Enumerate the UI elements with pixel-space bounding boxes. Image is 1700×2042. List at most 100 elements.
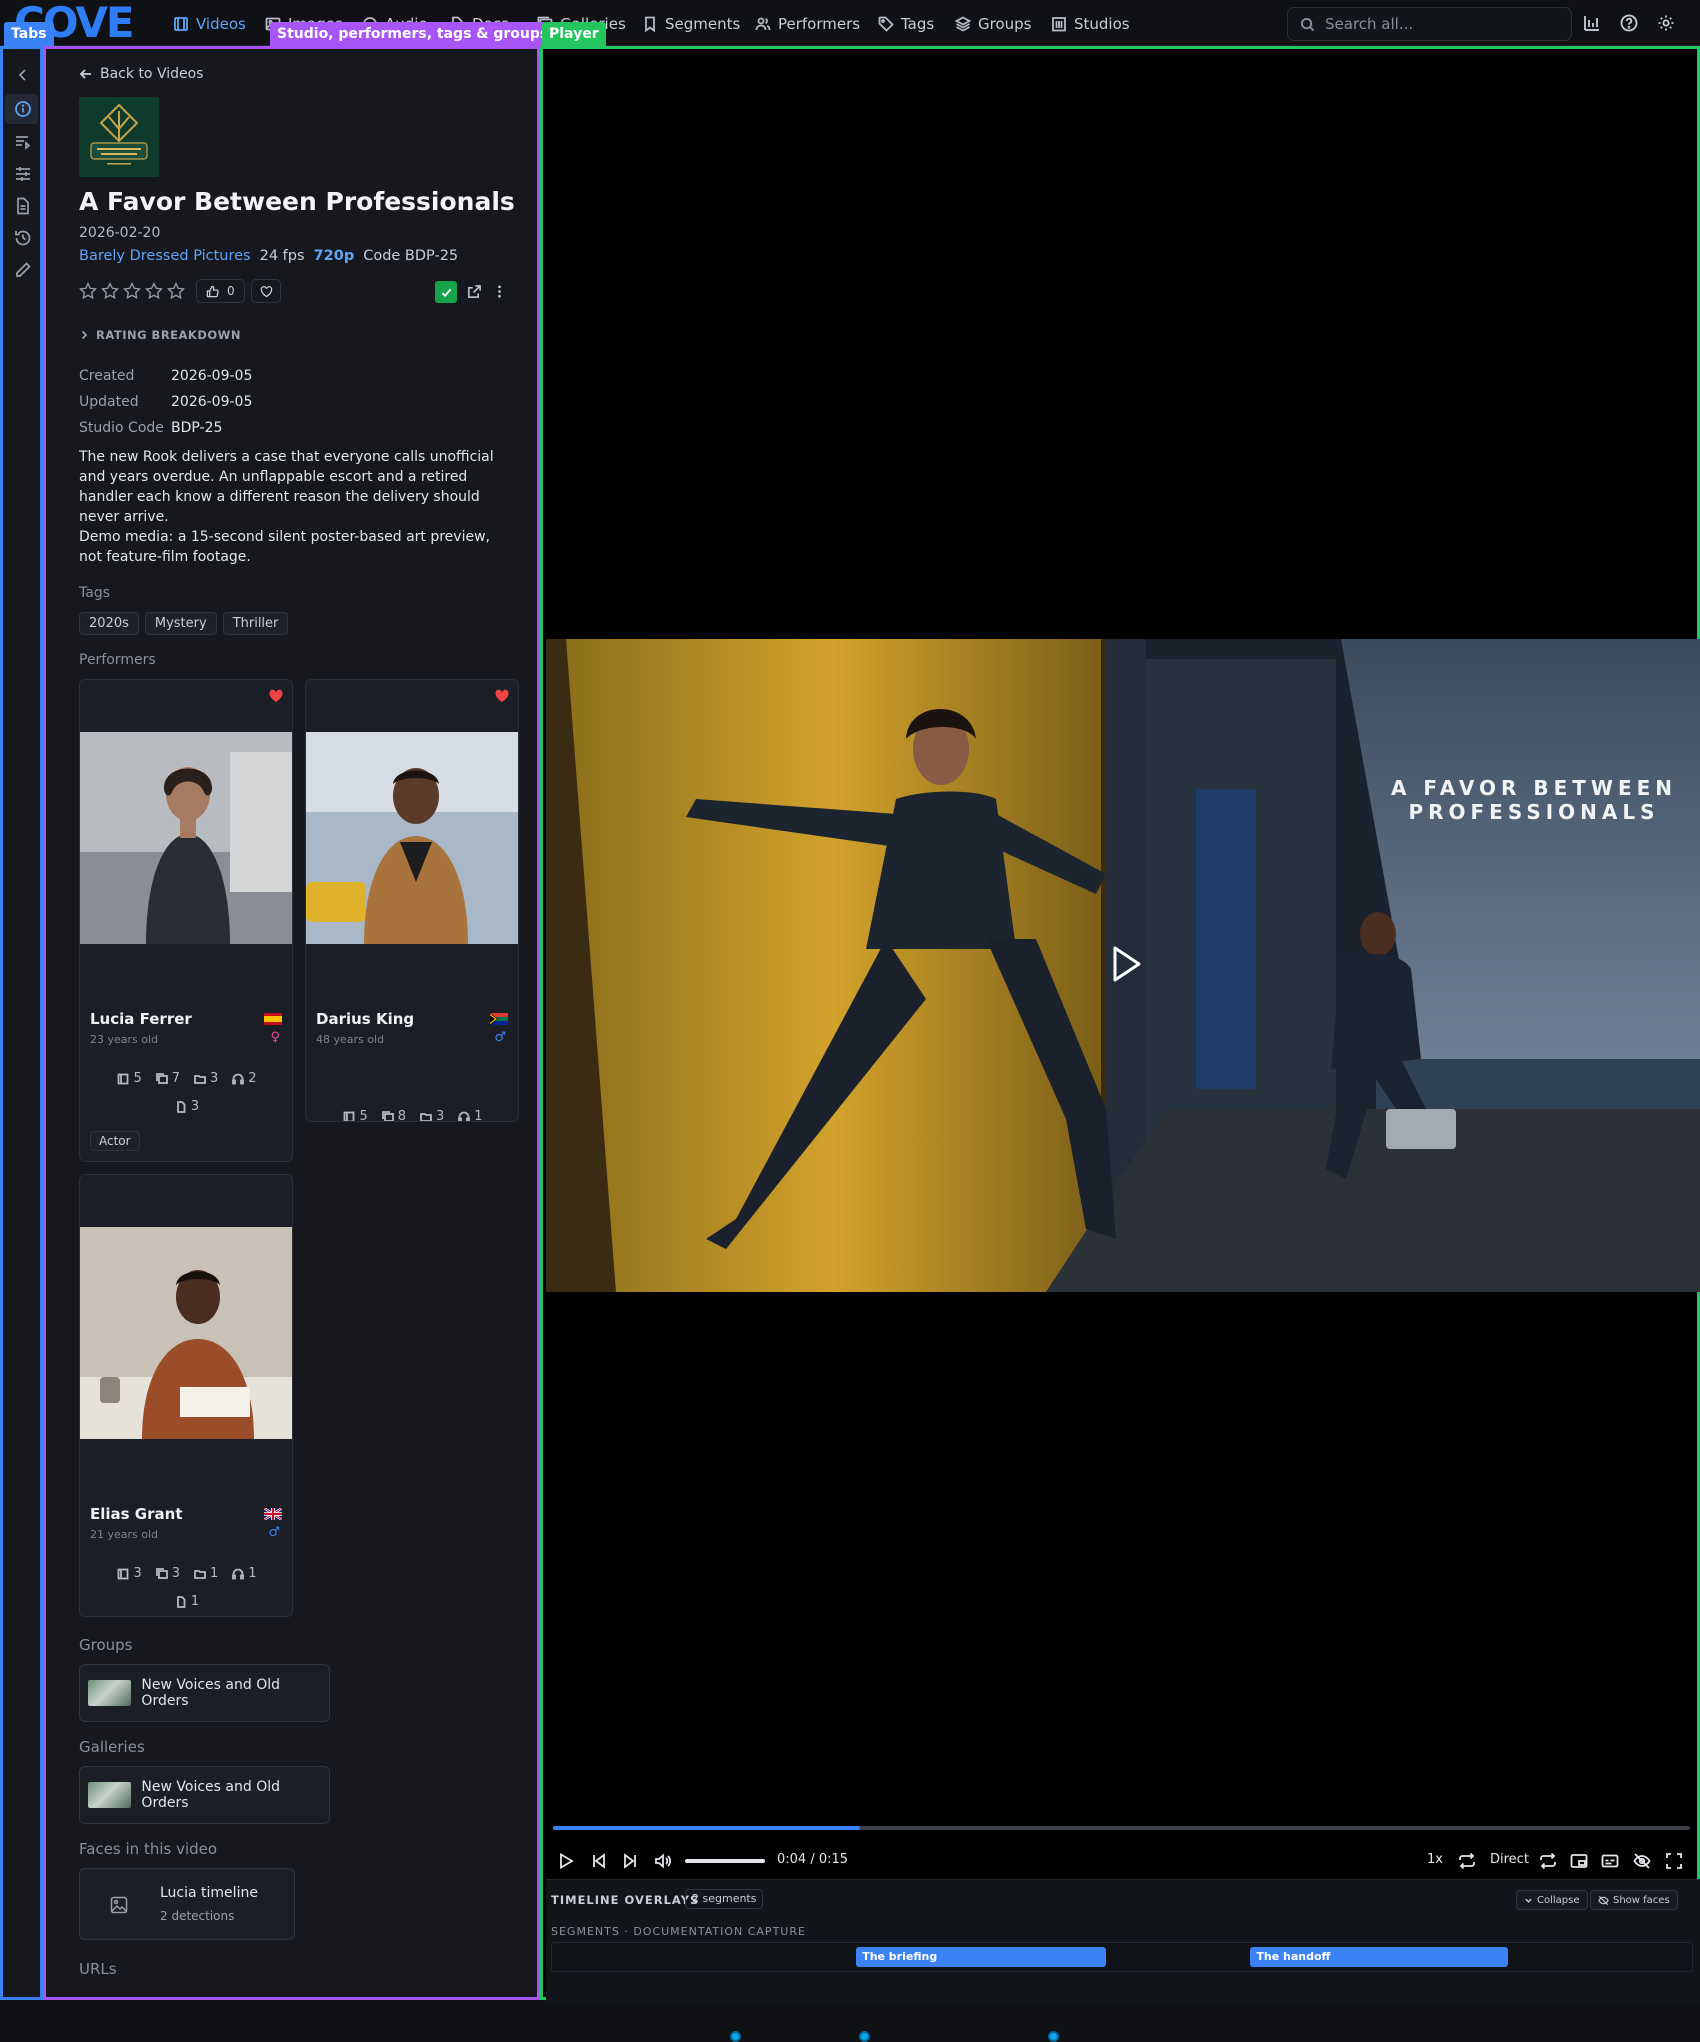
timeline-segment[interactable]: The briefing (856, 1947, 1107, 1967)
stat-galleries: 1 (194, 1566, 218, 1581)
face-marker[interactable] (729, 2031, 741, 2042)
performer-age: 21 years old (90, 1528, 159, 1541)
users-icon (755, 17, 771, 31)
gallery-card[interactable]: New Voices and Old Orders (79, 1766, 330, 1824)
external-link-icon[interactable] (467, 284, 482, 299)
history-icon[interactable] (14, 229, 32, 247)
video-frame[interactable]: A FAVOR BETWEEN PROFESSIONALS (546, 639, 1700, 1292)
nav-segments[interactable]: Segments (642, 13, 740, 35)
performer-card[interactable]: Elias Grant 21 years old ♂ 3 3 1 1 1 (79, 1174, 293, 1617)
faces-heading: Faces in this video (79, 1840, 218, 1858)
group-card[interactable]: New Voices and Old Orders (79, 1664, 330, 1722)
edit-icon[interactable] (14, 261, 32, 279)
studio-logo[interactable] (79, 97, 159, 177)
more-vertical-icon[interactable] (492, 284, 507, 299)
star-rating[interactable] (79, 282, 185, 300)
info-icon[interactable] (14, 100, 32, 118)
video-player[interactable]: A FAVOR BETWEEN PROFESSIONALS 0:04 / 0:1… (540, 46, 1700, 2042)
stat-value: 8 (397, 1109, 406, 1122)
tag-icon (878, 16, 894, 32)
stream-mode[interactable]: Direct (1490, 1852, 1529, 1867)
tag-chip[interactable]: Mystery (144, 612, 217, 635)
show-faces-button[interactable]: Show faces (1590, 1890, 1678, 1910)
play-icon[interactable] (557, 1852, 575, 1870)
stat-value: 3 (210, 1071, 219, 1086)
volume-icon[interactable] (654, 1852, 672, 1870)
face-name: Lucia timeline (160, 1885, 258, 1901)
nav-videos[interactable]: Videos (173, 13, 246, 35)
headphones-icon (458, 1111, 471, 1121)
queue-icon[interactable] (14, 133, 32, 151)
heart-filled-icon[interactable] (268, 688, 284, 704)
stat-value: 7 (171, 1071, 180, 1086)
face-card[interactable]: Lucia timeline 2 detections (79, 1868, 295, 1940)
star-icon[interactable] (79, 282, 97, 300)
big-play-icon[interactable] (1101, 941, 1147, 987)
sliders-icon[interactable] (14, 165, 32, 183)
performer-card[interactable]: Lucia Ferrer 23 years old ♀ 5 7 3 2 3 Ac… (79, 679, 293, 1162)
performer-photo[interactable] (80, 732, 292, 944)
face-marker[interactable] (858, 2031, 870, 2042)
search-input[interactable]: Search all... (1287, 7, 1572, 41)
tag-chip[interactable]: Thriller (222, 612, 289, 635)
stat-value: 1 (474, 1109, 483, 1122)
heart-filled-icon[interactable] (494, 688, 510, 704)
stats-icon[interactable] (1583, 14, 1601, 32)
nav-tags[interactable]: Tags (878, 13, 934, 35)
group-name: New Voices and Old Orders (141, 1677, 280, 1709)
playback-speed[interactable]: 1x (1427, 1852, 1443, 1867)
meta-label: Studio Code (79, 420, 164, 436)
film-icon (344, 1111, 355, 1121)
stat-audio: 2 (232, 1071, 257, 1086)
tag-chip[interactable]: 2020s (79, 612, 139, 635)
volume-slider[interactable] (685, 1859, 765, 1863)
performer-card[interactable]: Darius King 48 years old ♂ 5 8 3 1 3 (305, 679, 519, 1122)
folder-icon (420, 1112, 432, 1121)
headphones-icon (232, 1073, 245, 1084)
collapse-button[interactable]: Collapse (1516, 1890, 1588, 1910)
gear-icon[interactable] (1657, 14, 1675, 32)
eye-off-icon[interactable] (1633, 1852, 1651, 1870)
groups-heading: Groups (79, 1636, 133, 1654)
help-icon[interactable] (1620, 14, 1638, 32)
nav-studios[interactable]: Studios (1051, 13, 1130, 35)
group-thumbnail (88, 1680, 132, 1706)
performer-photo[interactable] (306, 732, 518, 944)
film-icon (118, 1568, 129, 1579)
gallery-name: New Voices and Old Orders (141, 1779, 280, 1811)
stat-videos: 5 (117, 1071, 142, 1086)
face-marker[interactable] (1048, 2031, 1060, 2042)
skip-back-icon[interactable] (590, 1852, 608, 1870)
repeat-icon[interactable] (1539, 1852, 1557, 1870)
loop-icon[interactable] (1458, 1852, 1476, 1870)
star-icon[interactable] (101, 282, 119, 300)
organized-toggle[interactable] (435, 281, 457, 303)
star-icon[interactable] (167, 282, 185, 300)
performer-name[interactable]: Lucia Ferrer (90, 1010, 192, 1028)
favorite-button[interactable] (251, 279, 281, 303)
picture-in-picture-icon[interactable] (1570, 1852, 1588, 1870)
segments-label: SEGMENTS · DOCUMENTATION CAPTURE (551, 1925, 806, 1938)
skip-forward-icon[interactable] (621, 1852, 639, 1870)
overlay-label-tabs: Tabs (4, 22, 54, 46)
star-icon[interactable] (145, 282, 163, 300)
stat-value: 2 (248, 1071, 257, 1086)
nav-groups[interactable]: Groups (955, 13, 1031, 35)
timeline-segment[interactable]: The handoff (1250, 1947, 1509, 1967)
meta-label: Created (79, 368, 135, 384)
studio-link[interactable]: Barely Dressed Pictures (79, 248, 251, 264)
performer-photo[interactable] (80, 1227, 292, 1439)
star-icon[interactable] (123, 282, 141, 300)
captions-icon[interactable] (1601, 1852, 1619, 1870)
check-icon (441, 288, 451, 297)
nav-performers[interactable]: Performers (755, 13, 860, 35)
fullscreen-icon[interactable] (1665, 1852, 1683, 1870)
performer-name[interactable]: Darius King (316, 1010, 414, 1028)
file-info-icon[interactable] (14, 197, 32, 215)
chevron-left-icon[interactable] (14, 66, 32, 84)
performer-name[interactable]: Elias Grant (90, 1505, 182, 1523)
back-to-videos-link[interactable]: Back to Videos (79, 66, 203, 82)
rating-breakdown-toggle[interactable]: RATING BREAKDOWN (79, 328, 241, 342)
poster-title: A FAVOR BETWEEN PROFESSIONALS (1384, 776, 1684, 824)
like-button[interactable]: 0 (196, 279, 245, 303)
